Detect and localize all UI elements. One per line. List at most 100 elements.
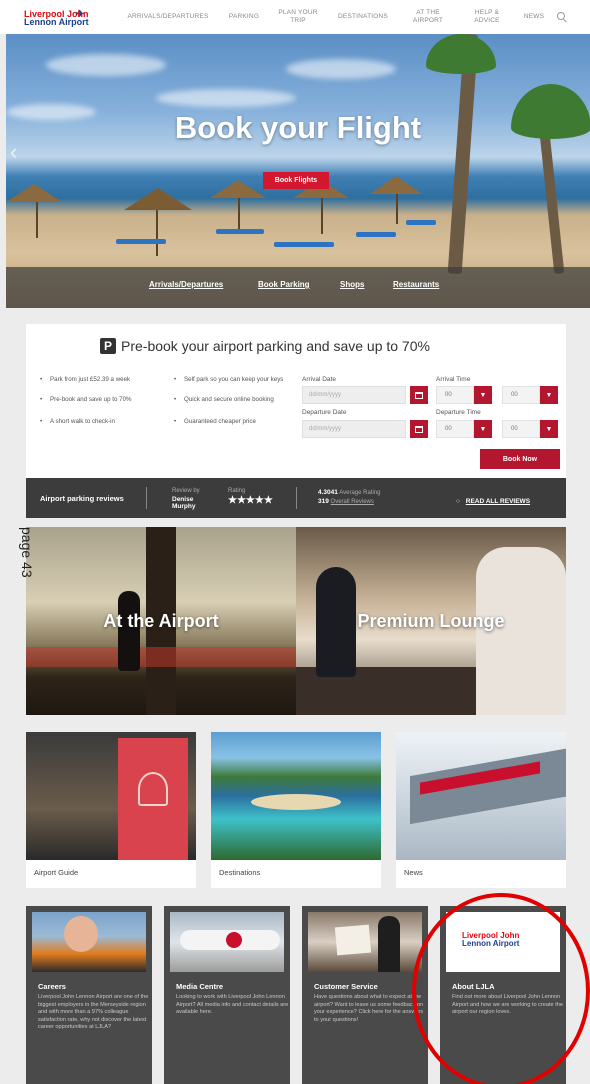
departure-date-label: Departure Date — [302, 409, 347, 416]
media-centre-title: Media Centre — [176, 982, 224, 991]
crest-icon — [226, 932, 242, 948]
umbrella-shape — [370, 176, 422, 194]
comment-icon: ○ — [456, 498, 460, 505]
read-all-reviews-link[interactable]: ○ READ ALL REVIEWS — [456, 498, 530, 505]
news-label: News — [404, 868, 423, 877]
wings-icon — [138, 772, 168, 806]
overall-reviews[interactable]: 319 Overall Reviews — [318, 498, 374, 505]
hero-link-shops[interactable]: Shops — [340, 280, 364, 289]
customer-service-text: Have questions about what to expect at t… — [314, 994, 424, 1023]
arrival-date-input[interactable]: dd/mm/yyyy — [302, 386, 406, 404]
nav-plan-your-trip[interactable]: PLAN YOUR TRIP — [272, 0, 324, 34]
calendar-icon[interactable] — [410, 420, 428, 438]
bird-icon: ✈ — [76, 9, 85, 20]
parking-icon: P — [100, 338, 116, 354]
arrival-date-label: Arrival Date — [302, 376, 336, 383]
premium-lounge-label: Premium Lounge — [357, 611, 505, 631]
read-all-reviews-label: READ ALL REVIEWS — [465, 498, 531, 505]
overall-reviews-label: Overall Reviews — [330, 499, 374, 505]
site-logo[interactable]: Liverpool John Lennon Airport ✈ — [24, 9, 89, 27]
nav-arrivals-departures[interactable]: ARRIVALS/DEPARTURES — [118, 0, 218, 34]
rating-label: Rating — [228, 488, 246, 494]
chevron-down-icon[interactable]: ▼ — [540, 420, 558, 438]
cloud-shape — [286, 59, 396, 79]
hero-link-arrivals-departures[interactable]: Arrivals/Departures — [149, 280, 223, 289]
card-sign-shape — [334, 924, 372, 956]
highlight-circle — [412, 893, 590, 1084]
calendar-icon[interactable] — [410, 386, 428, 404]
card-image — [32, 912, 146, 972]
parking-bullet: Park from just £52.39 a week — [40, 376, 140, 383]
card-image — [170, 912, 284, 972]
destinations-label: Destinations — [219, 868, 261, 877]
chevron-down-icon[interactable]: ▼ — [474, 420, 492, 438]
media-centre-card[interactable]: Media Centre Looking to work with Liverp… — [164, 906, 290, 1084]
premium-lounge-tile[interactable]: Premium Lounge — [296, 527, 566, 715]
book-flights-button[interactable]: Book Flights — [263, 172, 329, 189]
careers-title: Careers — [38, 982, 66, 991]
lounger-shape — [216, 229, 264, 234]
cloud-shape — [46, 54, 166, 76]
chevron-down-icon[interactable]: ▼ — [540, 386, 558, 404]
average-rating: 4.3041 Average Rating — [318, 489, 380, 496]
overall-reviews-count: 319 — [318, 498, 329, 505]
chevron-down-icon[interactable]: ▼ — [474, 386, 492, 404]
media-centre-text: Looking to work with Liverpool John Lenn… — [176, 994, 289, 1016]
at-the-airport-tile[interactable]: At the Airport — [26, 527, 296, 715]
at-the-airport-label: At the Airport — [103, 611, 219, 631]
airport-guide-card[interactable]: Airport Guide — [26, 732, 196, 888]
departure-minute-select[interactable]: 00 — [502, 420, 540, 438]
nav-news[interactable]: NEWS — [518, 0, 550, 34]
hero-link-book-parking[interactable]: Book Parking — [258, 280, 310, 289]
customer-service-card[interactable]: Customer Service Have questions about wh… — [302, 906, 428, 1084]
card-image — [396, 732, 566, 860]
divider — [296, 487, 297, 509]
average-rating-value: 4.3041 — [318, 489, 338, 496]
reviews-bar: Airport parking reviews Review by Denise… — [26, 478, 566, 518]
umbrella-shape — [6, 184, 62, 202]
destinations-card[interactable]: Destinations — [211, 732, 381, 888]
aircraft-shape — [26, 647, 296, 667]
review-by-label: Review by — [172, 488, 200, 494]
umbrella-pole — [36, 198, 38, 238]
parking-panel: P Pre-book your airport parking and save… — [26, 324, 566, 518]
umbrella-pole — [396, 190, 398, 224]
nav-help-advice[interactable]: HELP & ADVICE — [466, 0, 508, 34]
umbrella-shape — [210, 180, 266, 198]
card-image — [211, 732, 381, 860]
nav-destinations[interactable]: DESTINATIONS — [330, 0, 396, 34]
arrival-hour-select[interactable]: 00 — [436, 386, 474, 404]
search-icon[interactable] — [557, 12, 565, 20]
careers-card[interactable]: Careers Liverpool John Lennon Airport ar… — [26, 906, 152, 1084]
lounger-shape — [116, 239, 166, 244]
airport-guide-label: Airport Guide — [34, 868, 79, 877]
nav-at-the-airport[interactable]: AT THE AIRPORT — [406, 0, 450, 34]
parking-bullet: Self park so you can keep your keys — [174, 376, 286, 383]
page-annotation: page 43 — [19, 527, 35, 578]
cloud-shape — [156, 89, 296, 107]
nav-parking[interactable]: PARKING — [222, 0, 266, 34]
news-card[interactable]: News — [396, 732, 566, 888]
arrival-time-label: Arrival Time — [436, 376, 471, 383]
beach-shape — [251, 794, 341, 810]
departure-time-label: Departure Time — [436, 409, 481, 416]
rating-stars: ★★★★★ — [228, 495, 273, 506]
hero-link-restaurants[interactable]: Restaurants — [393, 280, 439, 289]
lounger-shape — [406, 220, 436, 225]
umbrella-pole — [156, 204, 158, 256]
hero-banner: ‹ Book your Flight Book Flights Arrivals… — [6, 34, 590, 308]
lounger-shape — [356, 232, 396, 237]
umbrella-pole — [238, 194, 240, 234]
staff-silhouette — [378, 916, 400, 972]
arrival-minute-select[interactable]: 00 — [502, 386, 540, 404]
site-header: Liverpool John Lennon Airport ✈ ARRIVALS… — [0, 0, 590, 34]
umbrella-shape — [124, 188, 192, 210]
customer-service-title: Customer Service — [314, 982, 378, 991]
departure-date-input[interactable]: dd/mm/yyyy — [302, 420, 406, 438]
book-now-button[interactable]: Book Now — [480, 449, 560, 469]
lounger-shape — [274, 242, 334, 247]
card-image — [308, 912, 422, 972]
card-image — [26, 732, 196, 860]
departure-hour-select[interactable]: 00 — [436, 420, 474, 438]
parking-bullet: A short walk to check-in — [40, 418, 140, 425]
